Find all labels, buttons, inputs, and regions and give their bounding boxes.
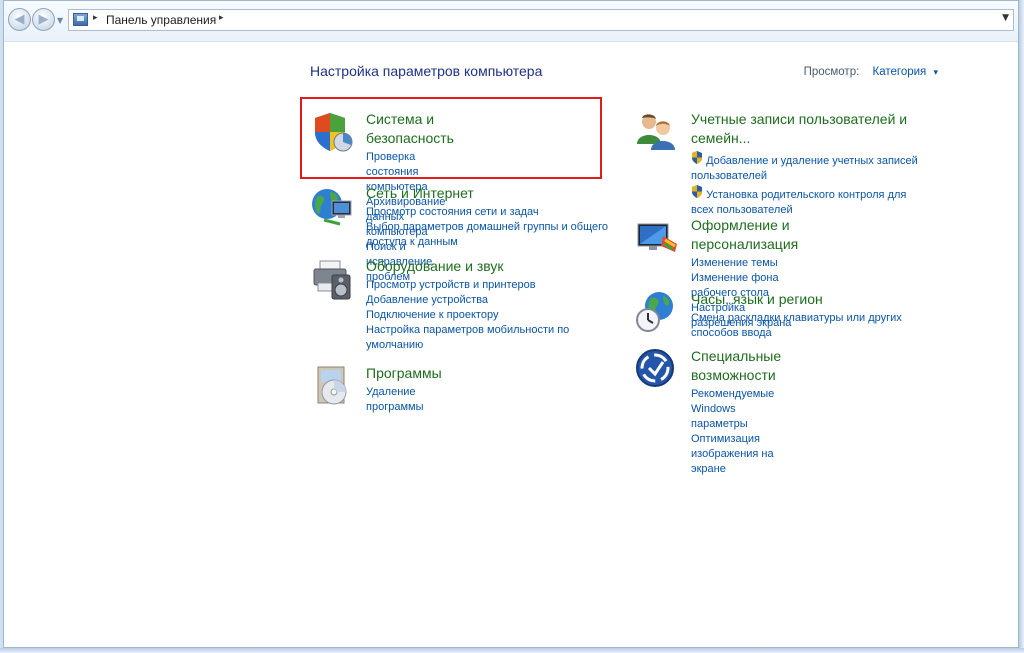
category-title[interactable]: Программы [366,364,442,383]
recent-pages-dropdown[interactable]: ▼ [57,16,63,25]
control-panel-icon [73,13,88,26]
breadcrumb-separator-icon[interactable]: ▸ [93,13,98,23]
category-link[interactable]: Удаление программы [366,385,442,415]
category-link[interactable]: Выбор параметров домашней группы и общег… [366,220,616,250]
view-by-dropdown[interactable]: Категория [873,66,927,78]
category-link[interactable]: Настройка параметров мобильности по умол… [366,323,581,353]
category-link[interactable]: Смена раскладки клавиатуры или других сп… [691,311,911,341]
category-link[interactable]: Просмотр устройств и принтеров [366,278,581,293]
forward-button[interactable]: ▶ [32,8,55,31]
category-link[interactable]: Добавление и удаление учетных записей по… [691,150,921,184]
category-link[interactable]: Подключение к проектору [366,308,581,323]
category-link[interactable]: Просмотр состояния сети и задач [366,205,616,220]
control-panel-window: ◀ ▶ ▼ ▸ Панель управления ▸ ▼ Настройка … [3,0,1019,648]
category-title[interactable]: Оформление и персонализация [691,216,798,254]
chevron-down-icon[interactable]: ▾ [933,67,938,77]
category-title[interactable]: Сеть и Интернет [366,184,616,203]
programs-disc-icon[interactable] [310,364,354,408]
navigation-bar: ◀ ▶ ▼ ▸ Панель управления ▸ ▼ [4,1,1018,42]
breadcrumb-separator-icon[interactable]: ▸ [219,13,224,23]
category-link[interactable]: Установка родительского контроля для все… [691,184,921,218]
view-by-label: Просмотр: [803,66,860,78]
back-button[interactable]: ◀ [8,8,31,31]
address-bar[interactable]: ▸ Панель управления ▸ ▼ [68,9,1014,31]
highlight-frame [300,97,602,179]
users-icon[interactable] [635,110,679,154]
printer-speaker-icon[interactable] [310,257,354,301]
window-shadow-right [1019,0,1024,653]
view-by-control: Просмотр: Категория ▾ [804,66,938,78]
window-shadow-bottom [0,648,1024,653]
address-dropdown-icon[interactable]: ▼ [1002,13,1009,23]
category-link-label: Добавление и удаление учетных записей по… [691,155,918,182]
clock-globe-icon[interactable] [635,290,679,334]
breadcrumb-control-panel[interactable]: Панель управления [106,13,216,27]
monitor-personalization-icon[interactable] [635,216,679,260]
uac-shield-icon [692,185,702,198]
category-title[interactable]: Часы, язык и регион [691,290,911,309]
category-link-label: Установка родительского контроля для все… [691,189,907,216]
category-link[interactable]: Изменение темы [691,256,798,271]
category-title[interactable]: Оборудование и звук [366,257,581,276]
category-link[interactable]: Рекомендуемые Windows параметры [691,387,781,432]
category-title[interactable]: Учетные записи пользователей и семейн... [691,110,921,148]
category-link[interactable]: Оптимизация изображения на экране [691,432,781,477]
category-title[interactable]: Специальные возможности [691,347,781,385]
page-title: Настройка параметров компьютера [310,63,543,79]
uac-shield-icon [692,151,702,164]
accessibility-icon[interactable] [635,347,679,391]
network-globe-icon[interactable] [310,184,354,228]
category-link[interactable]: Добавление устройства [366,293,581,308]
